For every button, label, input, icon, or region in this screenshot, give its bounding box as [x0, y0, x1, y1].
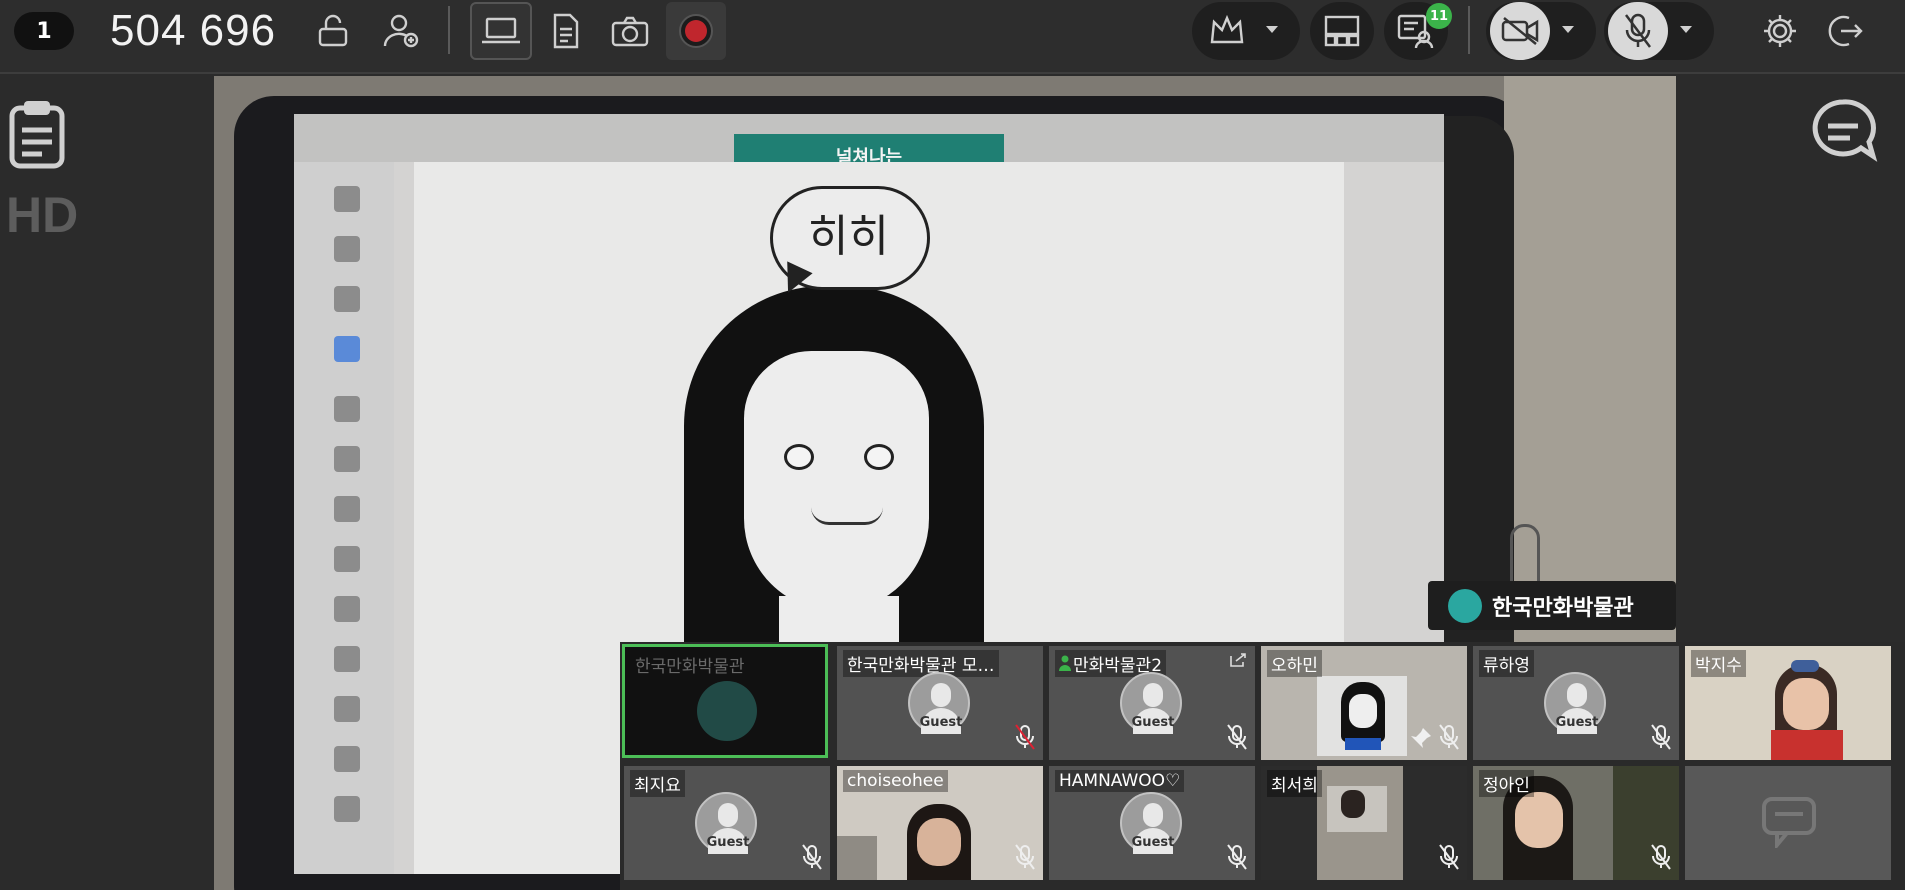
guest-avatar: Guest [1120, 792, 1182, 854]
eyedropper-tool-icon [334, 746, 360, 772]
record-button[interactable] [666, 2, 726, 60]
video-off-icon [1501, 17, 1539, 45]
unlock-icon[interactable] [310, 10, 360, 52]
exit-icon[interactable] [1822, 8, 1870, 54]
mic-off-icon [1651, 844, 1671, 874]
mic-off-button[interactable] [1608, 2, 1668, 60]
lasso-tool-icon [334, 286, 360, 312]
toolbar-divider [448, 6, 450, 54]
participant-name: 한국만화박물관 모… [843, 650, 999, 677]
participant-tile[interactable]: HAMNAWOO♡ Guest [1049, 766, 1255, 880]
participant-name: choiseohee [843, 770, 948, 792]
participant-tile[interactable]: 한국만화박물관 [622, 644, 828, 758]
video-off-button[interactable] [1490, 2, 1550, 60]
clipboard-icon[interactable] [8, 98, 66, 174]
frame-tool-icon [334, 696, 360, 722]
mic-off-icon [1015, 724, 1035, 754]
move-tool-icon [334, 186, 360, 212]
room-id: 504 696 [110, 6, 277, 55]
participant-name: 최서희 [1267, 770, 1322, 797]
chat-icon[interactable] [1808, 96, 1878, 170]
drawing-right-eye [864, 444, 894, 470]
participant-tile[interactable]: 류하영 Guest [1473, 646, 1679, 760]
participant-name: 한국만화박물관 [635, 657, 745, 677]
participant-name: 정아인 [1479, 770, 1534, 797]
participant-name: 박지수 [1691, 650, 1746, 677]
participant-tile[interactable]: 한국만화박물관 모… Guest [837, 646, 1043, 760]
speaker-name-tag: 한국만화박물관 [1428, 581, 1676, 630]
participant-name: HAMNAWOO♡ [1055, 770, 1185, 792]
participant-grid: 한국만화박물관 한국만화박물관 모… Guest 만화박물관2 Guest 오하… [620, 642, 1905, 890]
speech-bubble-text: 히히 [808, 211, 889, 262]
canvas-tool-icon [334, 796, 360, 822]
mic-off-icon [1439, 724, 1459, 754]
pin-icon[interactable] [1409, 726, 1433, 754]
guest-avatar: Guest [1544, 672, 1606, 734]
chevron-down-icon[interactable] [1262, 20, 1282, 40]
guest-avatar: Guest [695, 792, 757, 854]
participant-name: 오하민 [1267, 650, 1322, 677]
eraser-tool-icon [334, 396, 360, 422]
drawing-face [744, 351, 929, 611]
crown-icon[interactable] [1204, 8, 1250, 54]
participant-tile[interactable]: 만화박물관2 Guest [1049, 646, 1255, 760]
participant-tile[interactable]: 오하민 [1261, 646, 1467, 760]
screen-share-avatar [697, 681, 757, 741]
mic-off-icon [1227, 724, 1247, 754]
document-icon[interactable] [544, 8, 588, 54]
speaker-name: 한국만화박물관 [1492, 595, 1634, 621]
gear-icon[interactable] [1756, 8, 1804, 54]
laptop-icon [482, 17, 520, 44]
select-tool-icon [334, 236, 360, 262]
person-icon [1059, 655, 1071, 671]
participant-tile[interactable]: 박지수 [1685, 646, 1891, 760]
blur-tool-icon [334, 496, 360, 522]
drawing-mouth [811, 507, 883, 525]
guest-avatar: Guest [1120, 672, 1182, 734]
chevron-down-icon[interactable] [1558, 20, 1578, 40]
top-toolbar: 1 504 696 11 [0, 0, 1905, 74]
mic-off-icon [1651, 724, 1671, 754]
avatar [1448, 588, 1482, 623]
smudge-tool-icon [334, 446, 360, 472]
camera-icon[interactable] [606, 8, 654, 54]
chevron-down-icon[interactable] [1676, 20, 1696, 40]
share-external-icon [1229, 652, 1247, 672]
mic-off-icon [1227, 844, 1247, 874]
mic-off-icon [1015, 844, 1035, 874]
add-user-icon[interactable] [376, 10, 426, 52]
participant-name: 최지요 [630, 770, 685, 797]
chat-bubble-icon [1761, 796, 1817, 852]
fill-tool-icon [334, 596, 360, 622]
participant-tile[interactable]: choiseohee [837, 766, 1043, 880]
text-tool-icon [334, 646, 360, 672]
screen-share-button[interactable] [470, 2, 532, 60]
drawing-left-eye [784, 444, 814, 470]
mic-off-icon [1439, 844, 1459, 874]
effects-tool-icon [334, 546, 360, 572]
pen-tool-icon [334, 336, 360, 362]
hd-quality-label: HD [6, 187, 79, 243]
participant-tile[interactable]: 최지요 Guest [624, 766, 830, 880]
mic-off-icon [1625, 13, 1651, 48]
mic-off-icon [802, 844, 822, 874]
participant-tile[interactable]: 최서희 [1261, 766, 1467, 880]
toolbar-divider [1468, 6, 1470, 54]
guest-avatar: Guest [908, 672, 970, 734]
record-icon [679, 14, 713, 48]
chat-tile[interactable] [1685, 766, 1891, 880]
participants-count-badge: 11 [1426, 3, 1452, 29]
layout-icon[interactable] [1318, 8, 1366, 54]
drawing-tool-strip [294, 162, 394, 874]
participant-tile[interactable]: 정아인 [1473, 766, 1679, 880]
room-number-badge: 1 [14, 12, 74, 50]
participant-name: 류하영 [1479, 650, 1534, 677]
